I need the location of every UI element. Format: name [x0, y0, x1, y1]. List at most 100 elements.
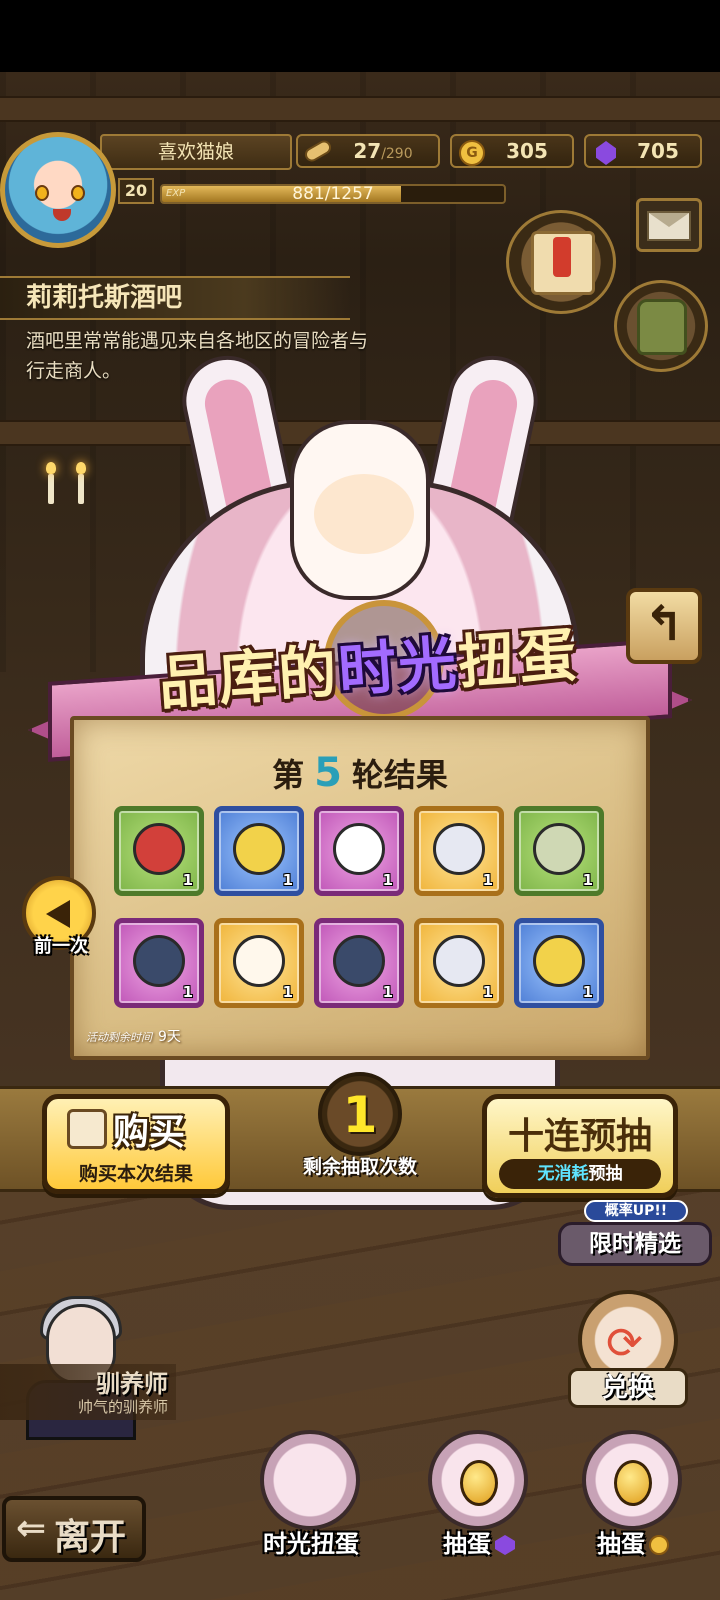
result-item-slot[interactable]: 1 — [514, 806, 604, 896]
exclamation-icon — [553, 237, 571, 277]
purple-gem-icon — [495, 1535, 515, 1555]
gem-draw-tab[interactable]: 抽蛋 — [418, 1420, 540, 1570]
ten-pull-sub-highlight: 无消耗 — [537, 1164, 589, 1184]
golden-egg-icon — [614, 1460, 652, 1506]
ten-pull-subtitle: 无消耗预抽 — [499, 1159, 661, 1189]
gem-counter[interactable]: 705 — [584, 134, 702, 168]
banner-title-part1: 品库的 — [156, 637, 341, 718]
result-title-prefix: 第 — [272, 756, 305, 794]
location-title: 莉莉托斯酒吧 — [0, 276, 350, 320]
result-item-slot[interactable]: 1 — [214, 806, 304, 896]
backpack-icon — [637, 299, 687, 355]
result-title-suffix: 轮结果 — [351, 756, 448, 794]
avatar-eye — [35, 185, 49, 201]
gold-counter[interactable]: 305 — [450, 134, 574, 168]
result-item-slot[interactable]: 1 — [514, 918, 604, 1008]
gold-draw-tab[interactable]: 抽蛋 — [572, 1420, 694, 1570]
item-quantity: 1 — [482, 983, 493, 1001]
result-item-slot[interactable]: 1 — [314, 918, 404, 1008]
candle-icon — [46, 462, 56, 504]
time-gacha-label: 时光扭蛋 — [263, 1530, 359, 1558]
result-item-slot[interactable]: 1 — [114, 918, 204, 1008]
planet-shell-icon — [533, 823, 585, 875]
quest-button[interactable] — [506, 210, 616, 314]
gacha-ticket-icon — [67, 1109, 107, 1149]
backpack-button[interactable] — [614, 280, 708, 372]
round-number: 5 — [314, 750, 342, 796]
item-quantity: 1 — [282, 983, 293, 1001]
result-item-slot[interactable]: 1 — [414, 918, 504, 1008]
event-timer-value: 9天 — [158, 1029, 181, 1045]
return-arrow-icon: ↰ — [643, 596, 685, 652]
item-quantity: 1 — [582, 983, 593, 1001]
player-level: 20 — [118, 178, 154, 204]
gold-draw-label: 抽蛋 — [572, 1524, 694, 1559]
golden-orb-icon — [533, 935, 585, 987]
rate-up-badge: 概率UP!! — [584, 1200, 688, 1222]
result-item-slot[interactable]: 1 — [114, 806, 204, 896]
item-quantity: 1 — [182, 871, 193, 889]
capsule-mascot — [290, 420, 430, 600]
result-item-slot[interactable]: 1 — [214, 918, 304, 1008]
banner-title-highlight: 时光 — [336, 628, 461, 705]
gold-coin-icon — [649, 1535, 669, 1555]
golden-egg-icon — [460, 1460, 498, 1506]
npc-role: 驯养师 — [96, 1370, 168, 1398]
golden-orb-icon — [233, 823, 285, 875]
buy-subtitle: 购买本次结果 — [78, 1163, 193, 1185]
exchange-button[interactable]: ⟳ 兑换 — [568, 1290, 688, 1410]
gem-value: 705 — [637, 139, 679, 163]
exchange-label: 兑换 — [568, 1368, 688, 1408]
limited-selection-label: 限时精选 — [558, 1222, 712, 1266]
event-timer: 活动剩余时间 9天 — [86, 1026, 181, 1046]
npc-description: 帅气的驯养师 — [77, 1398, 168, 1416]
time-gacha-icon — [260, 1430, 360, 1530]
leave-button[interactable]: ⇐ 离开 — [2, 1496, 146, 1562]
bread-stamina-icon — [302, 137, 334, 165]
result-item-slot[interactable]: 1 — [414, 806, 504, 896]
leave-label: 离开 — [54, 1517, 127, 1558]
previous-round-label: 前一次 — [34, 936, 88, 957]
gem-draw-label: 抽蛋 — [418, 1524, 540, 1559]
limited-selection-button[interactable]: 概率UP!! 限时精选 — [558, 1200, 712, 1268]
angel-egg-icon — [233, 935, 285, 987]
player-name: 喜欢猫娘 — [100, 134, 292, 170]
time-gacha-tab[interactable]: 时光扭蛋 — [250, 1420, 372, 1570]
gem-draw-text: 抽蛋 — [443, 1530, 491, 1558]
buy-title: 购买 — [113, 1112, 186, 1153]
result-panel: 第 5 轮结果 1 1 1 1 1 1 1 1 1 1 活动剩余时间 9天 — [70, 716, 650, 1060]
buy-button[interactable]: 购买 购买本次结果 — [42, 1094, 230, 1194]
result-item-slot[interactable]: 1 — [314, 806, 404, 896]
ten-pull-sub-rest: 预抽 — [588, 1164, 623, 1184]
mail-button[interactable] — [636, 198, 702, 252]
crown-shell-icon — [433, 935, 485, 987]
result-title: 第 5 轮结果 — [74, 750, 646, 796]
event-timer-label: 活动剩余时间 — [86, 1031, 152, 1044]
gold-value: 305 — [506, 139, 548, 163]
game-screen: 喜欢猫娘 20 EXP 881/1257 27/290 305 705 莉莉托斯… — [0, 0, 720, 1600]
avatar-eye — [71, 185, 85, 201]
return-button[interactable]: ↰ — [626, 588, 702, 664]
ceiling-beam — [0, 96, 720, 122]
remaining-draws-count: 1 — [342, 1086, 378, 1144]
remaining-draws-label: 剩余抽取次数 — [302, 1156, 417, 1178]
npc-nameplate: 驯养师 帅气的驯养师 — [0, 1364, 176, 1420]
purple-gem-icon — [590, 138, 618, 165]
candle-icon — [76, 462, 86, 504]
avatar-mouth — [53, 209, 71, 221]
left-arrow-icon: ⇐ — [16, 1508, 47, 1549]
player-avatar[interactable] — [0, 132, 116, 248]
remaining-draws-badge: 1 — [318, 1072, 402, 1156]
ten-pull-title: 十连预抽 — [507, 1116, 652, 1157]
gold-coin-icon — [456, 138, 485, 166]
stamina-counter[interactable]: 27/290 — [296, 134, 440, 168]
ten-pull-preview-button[interactable]: 十连预抽 无消耗预抽 — [482, 1094, 678, 1198]
stamina-value: 27 — [353, 139, 382, 163]
exp-text: 881/1257 — [292, 184, 374, 204]
exp-bar: EXP 881/1257 — [160, 184, 506, 204]
crown-shell-icon — [433, 823, 485, 875]
item-quantity: 1 — [382, 983, 393, 1001]
envelope-icon — [647, 211, 691, 241]
item-quantity: 1 — [182, 983, 193, 1001]
item-quantity: 1 — [482, 871, 493, 889]
